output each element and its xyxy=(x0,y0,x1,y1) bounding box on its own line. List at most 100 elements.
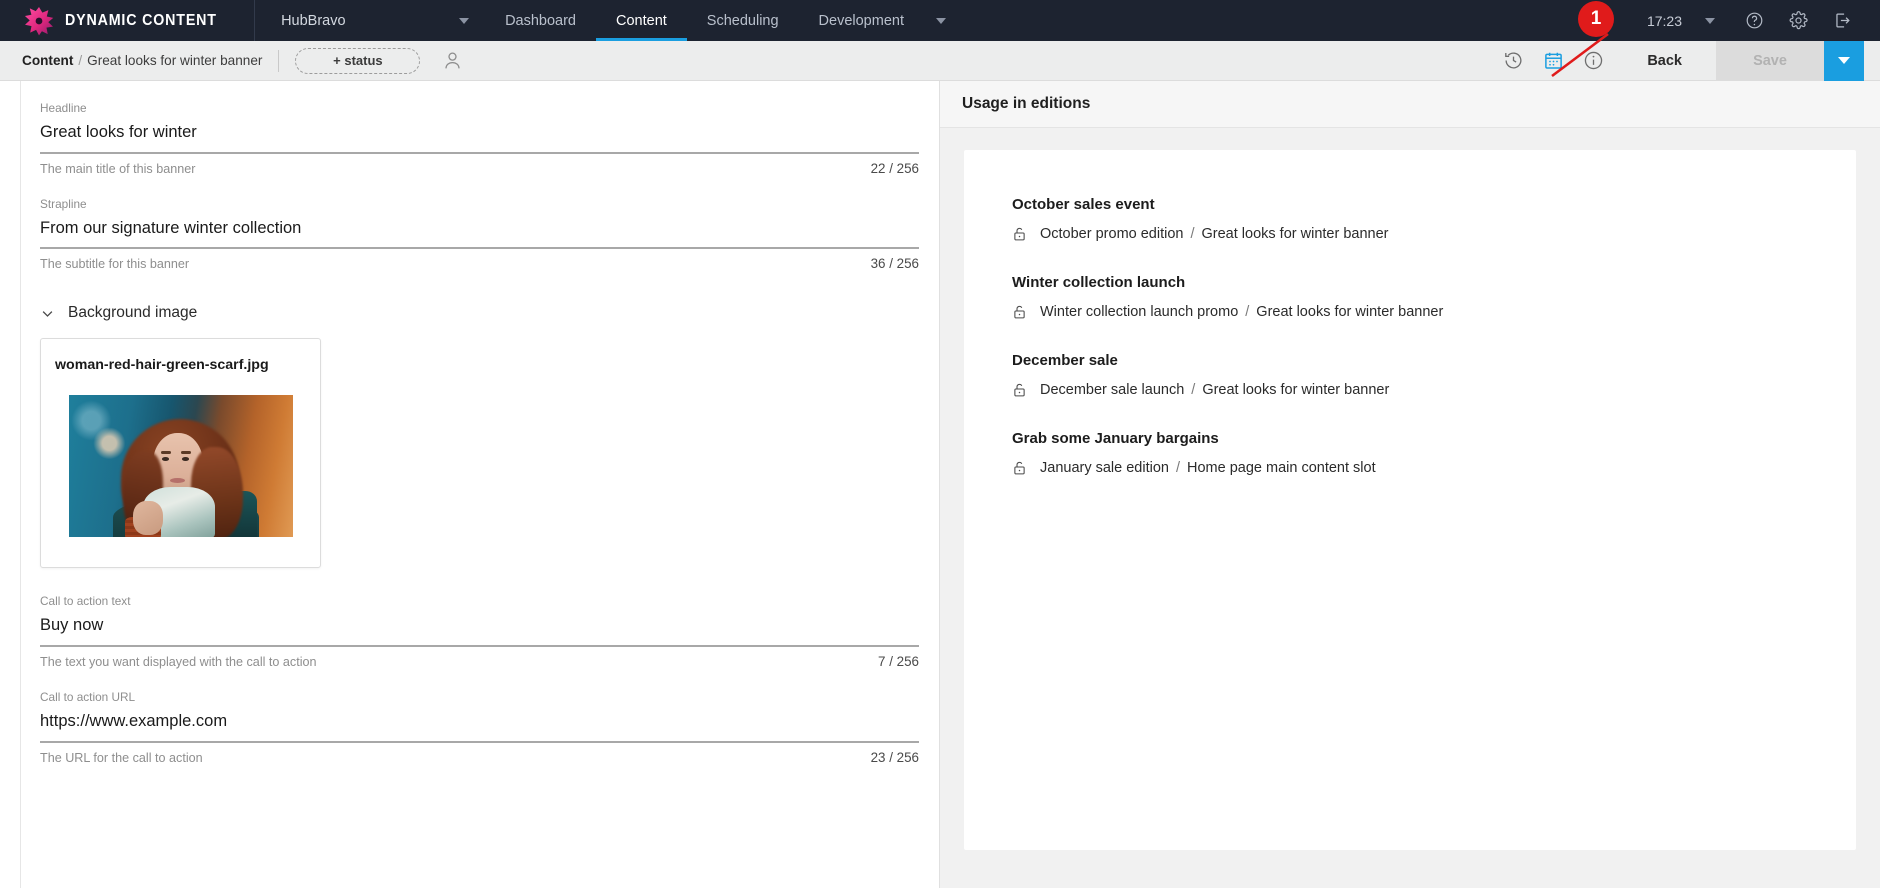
field-label: Call to action text xyxy=(40,594,131,609)
field-char-counter: 36 / 256 xyxy=(870,256,919,272)
unlocked-padlock-icon xyxy=(1012,382,1027,398)
field-char-counter: 7 / 256 xyxy=(878,653,919,669)
usage-entry[interactable]: Winter collection launch promo / Great l… xyxy=(1012,304,1856,320)
hub-selector-label: HubBravo xyxy=(281,12,346,29)
field-helper-text: The URL for the call to action xyxy=(40,750,203,765)
usage-slot-name: Great looks for winter banner xyxy=(1201,226,1389,242)
nav-item-label: Scheduling xyxy=(706,12,779,29)
save-button[interactable]: Save xyxy=(1716,40,1824,81)
unlocked-padlock-icon xyxy=(1012,304,1027,320)
unlocked-padlock-icon xyxy=(1012,226,1027,242)
field-headline: Headline Great looks for winter The main… xyxy=(40,101,919,176)
top-navigation-bar: DYNAMIC CONTENT HubBravo Dashboard Conte… xyxy=(0,0,1880,78)
field-label: Strapline xyxy=(40,196,87,211)
app-logo[interactable]: DYNAMIC CONTENT xyxy=(0,0,230,41)
clock-display: 17:23 xyxy=(1646,12,1682,29)
field-helper-text: The main title of this banner xyxy=(40,161,196,176)
field-footer: The URL for the call to action 23 / 256 xyxy=(40,750,919,765)
nav-item-label: Development xyxy=(818,12,904,29)
sign-out-button[interactable] xyxy=(1820,0,1864,41)
top-nav-right-cluster: 17:23 xyxy=(1647,0,1880,41)
field-label: Call to action URL xyxy=(40,689,136,704)
breadcrumb-root[interactable]: Content xyxy=(22,53,73,68)
form-fields: Headline Great looks for winter The main… xyxy=(20,81,919,888)
field-helper-text: The subtitle for this banner xyxy=(40,257,190,272)
usage-group: October sales event October promo editio… xyxy=(964,196,1856,242)
breadcrumb: Content / Great looks for winter banner xyxy=(22,53,262,68)
usage-group-title: Winter collection launch xyxy=(1012,274,1186,291)
app-logo-text: DYNAMIC CONTENT xyxy=(65,11,217,29)
background-image-filename: woman-red-hair-green-scarf.jpg xyxy=(55,357,269,374)
info-button[interactable] xyxy=(1573,41,1613,81)
page-body: Headline Great looks for winter The main… xyxy=(0,81,1880,888)
unlocked-padlock-icon xyxy=(1012,460,1027,476)
calendar-editions-button[interactable] xyxy=(1533,41,1573,81)
save-options-button[interactable] xyxy=(1824,40,1864,81)
usage-entry[interactable]: December sale launch / Great looks for w… xyxy=(1012,382,1856,398)
field-cta-url: Call to action URL https://www.example.c… xyxy=(40,690,919,765)
caret-down-icon xyxy=(1838,57,1850,64)
field-char-counter: 23 / 256 xyxy=(870,749,919,765)
add-status-button[interactable]: + status xyxy=(295,47,421,74)
usage-group-title: October sales event xyxy=(1012,196,1155,213)
settings-button[interactable] xyxy=(1776,0,1820,41)
usage-slot-name: Great looks for winter banner xyxy=(1202,382,1390,398)
chevron-down-icon xyxy=(459,17,470,24)
thumbnail-hand xyxy=(132,501,163,536)
headline-input[interactable]: Great looks for winter xyxy=(40,122,919,154)
nav-item-content[interactable]: Content xyxy=(596,0,687,41)
hub-selector[interactable]: HubBravo xyxy=(255,0,485,41)
toolbar-divider xyxy=(278,49,280,72)
usage-group-title: Grab some January bargains xyxy=(1012,430,1219,447)
starburst-logo-icon xyxy=(24,6,54,36)
field-cta-text: Call to action text Buy now The text you… xyxy=(40,594,919,669)
cta-text-input[interactable]: Buy now xyxy=(40,615,919,647)
annotation-badge-1: 1 xyxy=(1578,1,1614,37)
usage-edition-name: October promo edition xyxy=(1040,226,1184,242)
content-form-pane: Headline Great looks for winter The main… xyxy=(0,81,940,888)
breadcrumb-current: Great looks for winter banner xyxy=(87,53,263,68)
thumbnail-eye-left xyxy=(161,457,169,461)
clock-dropdown-button[interactable] xyxy=(1688,0,1732,41)
usage-edition-name: Winter collection launch promo xyxy=(1040,304,1239,320)
strapline-input[interactable]: From our signature winter collection xyxy=(40,218,919,250)
background-image-section-header[interactable]: Background image xyxy=(40,304,919,322)
usage-group: Winter collection launch Winter collecti… xyxy=(964,274,1856,320)
background-image-thumbnail xyxy=(68,395,293,538)
nav-item-scheduling[interactable]: Scheduling xyxy=(687,0,799,41)
cta-url-input[interactable]: https://www.example.com xyxy=(40,711,919,743)
usage-separator: / xyxy=(1175,460,1181,476)
usage-separator: / xyxy=(1245,304,1250,320)
history-button[interactable] xyxy=(1493,41,1533,81)
usage-panel-body: October sales event October promo editio… xyxy=(940,128,1880,888)
usage-slot-name: Home page main content slot xyxy=(1187,460,1376,476)
help-button[interactable] xyxy=(1732,0,1776,41)
field-footer: The subtitle for this banner 36 / 256 xyxy=(40,256,919,271)
background-image-section-title: Background image xyxy=(68,304,198,322)
usage-separator: / xyxy=(1191,382,1196,398)
field-label: Headline xyxy=(40,101,87,115)
thumbnail-brow-right xyxy=(180,451,191,454)
breadcrumb-separator: / xyxy=(78,53,83,68)
usage-group: December sale December sale launch / Gre… xyxy=(964,352,1856,398)
user-avatar-icon[interactable] xyxy=(442,50,463,71)
usage-entry[interactable]: October promo edition / Great looks for … xyxy=(1012,226,1856,242)
thumbnail-brow-left xyxy=(160,451,171,454)
usage-separator: / xyxy=(1190,226,1195,242)
field-helper-text: The text you want displayed with the cal… xyxy=(40,654,317,669)
nav-item-dashboard[interactable]: Dashboard xyxy=(485,0,596,41)
back-button[interactable]: Back xyxy=(1613,41,1716,81)
content-toolbar: Content / Great looks for winter banner + … xyxy=(0,40,1880,81)
nav-items: Dashboard Content Scheduling Development xyxy=(485,0,958,41)
usage-entry[interactable]: January sale edition / Home page main co… xyxy=(1012,460,1856,476)
field-strapline: Strapline From our signature winter coll… xyxy=(40,196,919,271)
usage-group: Grab some January bargains January sale … xyxy=(964,430,1856,476)
nav-item-development[interactable]: Development xyxy=(799,0,924,41)
background-image-card[interactable]: woman-red-hair-green-scarf.jpg xyxy=(40,338,321,569)
field-footer: The main title of this banner 22 / 256 xyxy=(40,161,919,176)
toolbar-actions: Back Save xyxy=(1493,40,1864,81)
field-footer: The text you want displayed with the cal… xyxy=(40,654,919,669)
usage-edition-name: January sale edition xyxy=(1040,460,1169,476)
thumbnail-eye-right xyxy=(181,457,189,461)
nav-overflow-button[interactable] xyxy=(924,17,958,24)
